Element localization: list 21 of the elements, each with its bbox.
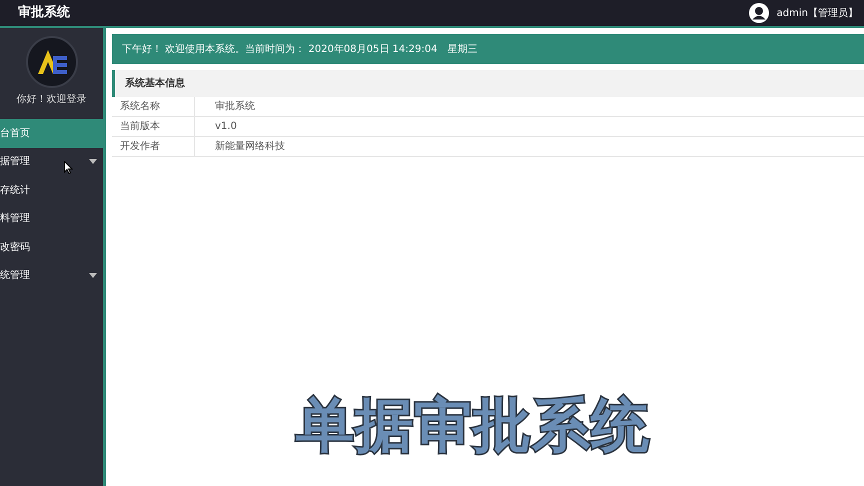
welcome-text: 你好！欢迎登录 bbox=[16, 92, 88, 107]
avatar-icon bbox=[748, 3, 769, 23]
table-cell: 开发作者 bbox=[112, 137, 195, 156]
table-cell: 系统名称 bbox=[112, 97, 195, 116]
menu-item[interactable]: 料管理 bbox=[0, 204, 103, 233]
menu-item[interactable]: 改密码 bbox=[0, 233, 103, 262]
menu-item[interactable]: 台首页 bbox=[0, 119, 103, 148]
subtitle-caption: 单据审批系统 bbox=[296, 394, 650, 458]
app-title: 审批系统 bbox=[17, 4, 70, 22]
welcome-banner: 下午好！ 欢迎使用本系统。当前时间为： 2020年08月05日 14:29:04 星期三 bbox=[112, 34, 864, 64]
menu-item[interactable]: 据管理 bbox=[0, 148, 103, 176]
panel-header: 系统基本信息 bbox=[112, 70, 864, 97]
table-cell: 当前版本 bbox=[112, 117, 195, 136]
menu-item[interactable]: 统管理 bbox=[0, 262, 103, 290]
logo-icon bbox=[26, 36, 78, 88]
table-cell-text: 新能量网络科技 bbox=[214, 140, 285, 154]
user-name[interactable]: admin【管理员】 bbox=[776, 6, 864, 20]
table-cell-text: 审批系统 bbox=[214, 100, 255, 114]
table-cell-text: v1.0 bbox=[214, 120, 237, 134]
menu-item[interactable]: 存统计 bbox=[0, 176, 103, 204]
cursor-icon bbox=[64, 161, 73, 174]
